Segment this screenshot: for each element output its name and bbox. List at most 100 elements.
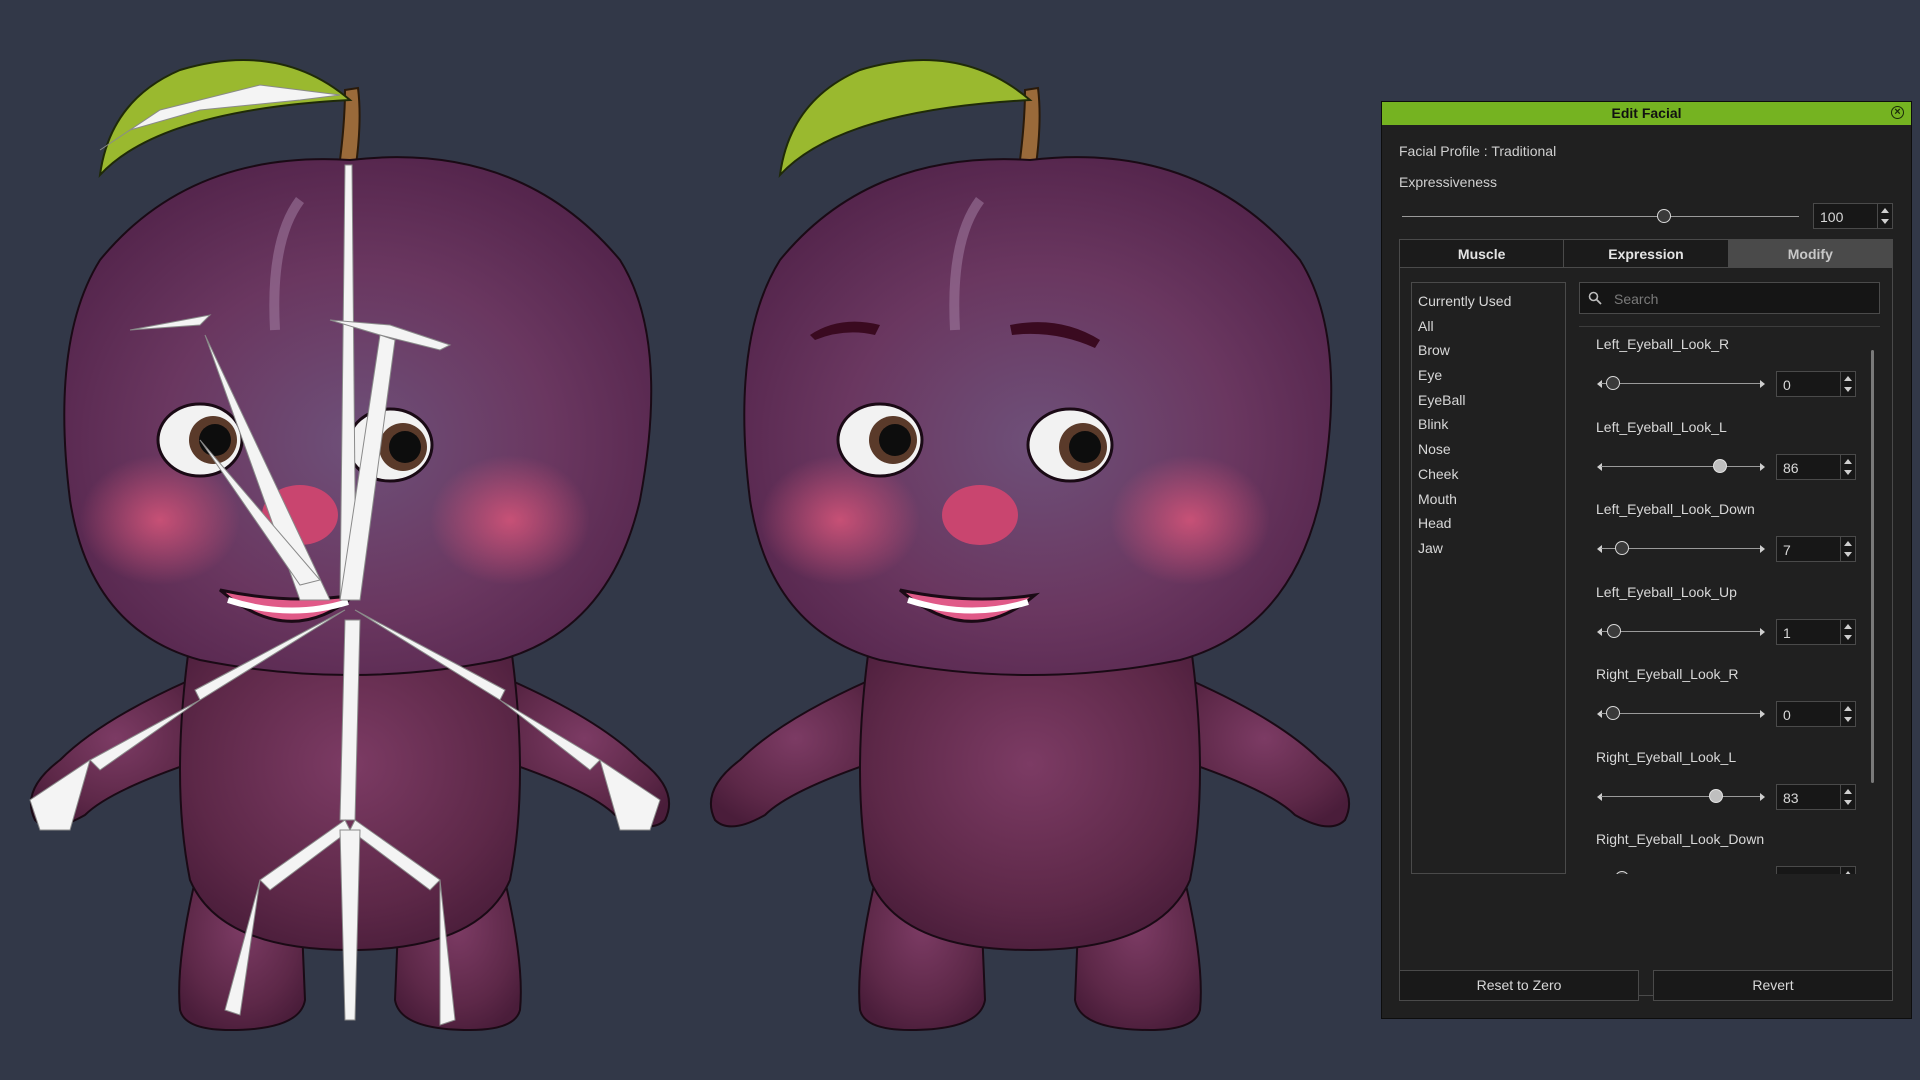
search-input[interactable] — [1612, 289, 1866, 309]
slider-right-arrow-icon[interactable] — [1760, 380, 1765, 388]
spinner-value[interactable]: 0 — [1783, 707, 1791, 723]
slider-left-arrow-icon[interactable] — [1597, 627, 1602, 636]
morph-slider[interactable] — [1597, 623, 1765, 640]
spinner-buttons[interactable] — [1840, 619, 1855, 644]
morph-name: Left_Eyeball_Look_L — [1596, 418, 1727, 435]
character-rendered[interactable] — [711, 60, 1349, 1030]
category-item[interactable]: Brow — [1412, 338, 1565, 363]
category-item[interactable]: Cheek — [1412, 462, 1565, 487]
morph-spinner[interactable]: 0 — [1776, 371, 1856, 397]
spinner-value[interactable]: 0 — [1783, 377, 1791, 393]
spinner-up-icon[interactable] — [1844, 541, 1852, 546]
spinner-up-icon[interactable] — [1844, 788, 1852, 794]
spinner-up-icon[interactable] — [1844, 376, 1852, 381]
spinner-buttons[interactable] — [1877, 204, 1892, 228]
divider — [1579, 326, 1880, 327]
slider-thumb[interactable] — [1657, 209, 1672, 223]
spinner-value[interactable]: 86 — [1783, 460, 1799, 476]
slider-track — [1601, 383, 1761, 384]
tab-muscle[interactable]: Muscle — [1399, 239, 1565, 268]
spinner-down-icon[interactable] — [1844, 552, 1852, 557]
morph-spinner[interactable]: 86 — [1776, 453, 1856, 480]
spinner-down-icon[interactable] — [1844, 469, 1852, 475]
morph-slider[interactable] — [1597, 788, 1765, 805]
slider-right-arrow-icon[interactable] — [1760, 710, 1765, 718]
spinner-buttons[interactable] — [1840, 784, 1855, 809]
slider-left-arrow-icon[interactable] — [1597, 710, 1602, 718]
slider-track — [1601, 630, 1761, 632]
slider-right-arrow-icon[interactable] — [1760, 792, 1765, 801]
category-item[interactable]: Currently Used — [1412, 289, 1565, 314]
morph-slider[interactable] — [1597, 458, 1765, 475]
category-item[interactable]: EyeBall — [1412, 388, 1565, 413]
slider-track — [1601, 465, 1761, 467]
spinner-value[interactable]: 100 — [1820, 209, 1843, 225]
spinner-down-icon[interactable] — [1844, 634, 1852, 640]
3d-viewport[interactable] — [0, 0, 1375, 1080]
morph-spinner[interactable]: 1 — [1776, 618, 1856, 645]
category-item[interactable]: Blink — [1412, 412, 1565, 437]
spinner-up-icon[interactable] — [1844, 706, 1852, 711]
spinner-buttons[interactable] — [1840, 702, 1855, 726]
slider-right-arrow-icon[interactable] — [1760, 627, 1765, 636]
reset-to-zero-button[interactable]: Reset to Zero — [1399, 970, 1639, 1001]
close-icon[interactable]: × — [1891, 106, 1904, 119]
morph-spinner[interactable]: 83 — [1776, 783, 1856, 810]
morph-slider[interactable] — [1597, 706, 1765, 722]
search-box[interactable] — [1579, 282, 1880, 314]
slider-right-arrow-icon[interactable] — [1760, 545, 1765, 553]
morph-row: Left_Eyeball_Look_R 0 — [1579, 336, 1880, 418]
category-item[interactable]: All — [1412, 314, 1565, 339]
slider-left-arrow-icon[interactable] — [1597, 462, 1602, 471]
character-rigged[interactable] — [30, 60, 669, 1030]
morph-name: Left_Eyeball_Look_Down — [1596, 501, 1755, 517]
slider-thumb[interactable] — [1606, 706, 1620, 720]
slider-left-arrow-icon[interactable] — [1597, 792, 1602, 801]
slider-thumb[interactable] — [1712, 458, 1727, 473]
spinner-up-icon[interactable] — [1844, 458, 1852, 464]
morph-spinner[interactable]: 0 — [1776, 701, 1856, 727]
morph-row: Left_Eyeball_Look_Up 1 — [1579, 584, 1880, 666]
slider-left-arrow-icon[interactable] — [1597, 545, 1602, 553]
category-item[interactable]: Eye — [1412, 363, 1565, 388]
spinner-value[interactable]: 7 — [1783, 542, 1791, 558]
spinner-buttons[interactable] — [1840, 537, 1855, 561]
expressiveness-slider[interactable] — [1402, 209, 1799, 225]
revert-button[interactable]: Revert — [1653, 970, 1893, 1001]
slider-left-arrow-icon[interactable] — [1597, 380, 1602, 388]
tab-expression[interactable]: Expression — [1564, 239, 1729, 268]
scrollbar[interactable] — [1871, 350, 1874, 783]
morph-slider[interactable] — [1601, 871, 1761, 874]
slider-thumb[interactable] — [1708, 788, 1723, 803]
spinner-value[interactable]: 1 — [1783, 625, 1791, 641]
spinner-down-icon[interactable] — [1881, 219, 1889, 224]
category-item[interactable]: Mouth — [1412, 487, 1565, 512]
spinner-up-icon[interactable] — [1844, 623, 1852, 629]
expressiveness-spinner[interactable]: 100 — [1813, 203, 1893, 229]
spinner-buttons[interactable] — [1840, 867, 1855, 874]
spinner-up-icon[interactable] — [1881, 208, 1889, 213]
facial-profile-label: Facial Profile : Traditional — [1399, 143, 1557, 159]
tab-modify[interactable]: Modify — [1728, 239, 1893, 268]
panel-titlebar[interactable]: Edit Facial × — [1382, 102, 1911, 125]
morph-spinner[interactable]: 7 — [1776, 536, 1856, 562]
spinner-buttons[interactable] — [1840, 372, 1855, 396]
spinner-value[interactable]: 83 — [1783, 790, 1799, 806]
slider-thumb[interactable] — [1614, 871, 1629, 874]
slider-thumb[interactable] — [1607, 623, 1622, 638]
spinner-buttons[interactable] — [1840, 454, 1855, 479]
spinner-down-icon[interactable] — [1844, 799, 1852, 805]
category-item[interactable]: Head — [1412, 511, 1565, 536]
spinner-down-icon[interactable] — [1844, 387, 1852, 392]
slider-thumb[interactable] — [1614, 541, 1629, 555]
morph-spinner[interactable] — [1776, 866, 1856, 874]
category-item[interactable]: Jaw — [1412, 536, 1565, 561]
category-item[interactable]: Nose — [1412, 437, 1565, 462]
slider-right-arrow-icon[interactable] — [1760, 462, 1765, 471]
morph-slider[interactable] — [1597, 376, 1765, 392]
morph-slider[interactable] — [1597, 541, 1765, 557]
category-list: Currently Used All Brow Eye EyeBall Blin… — [1411, 282, 1566, 874]
spinner-down-icon[interactable] — [1844, 717, 1852, 722]
slider-thumb[interactable] — [1606, 376, 1620, 390]
spinner-up-icon[interactable] — [1844, 871, 1852, 874]
